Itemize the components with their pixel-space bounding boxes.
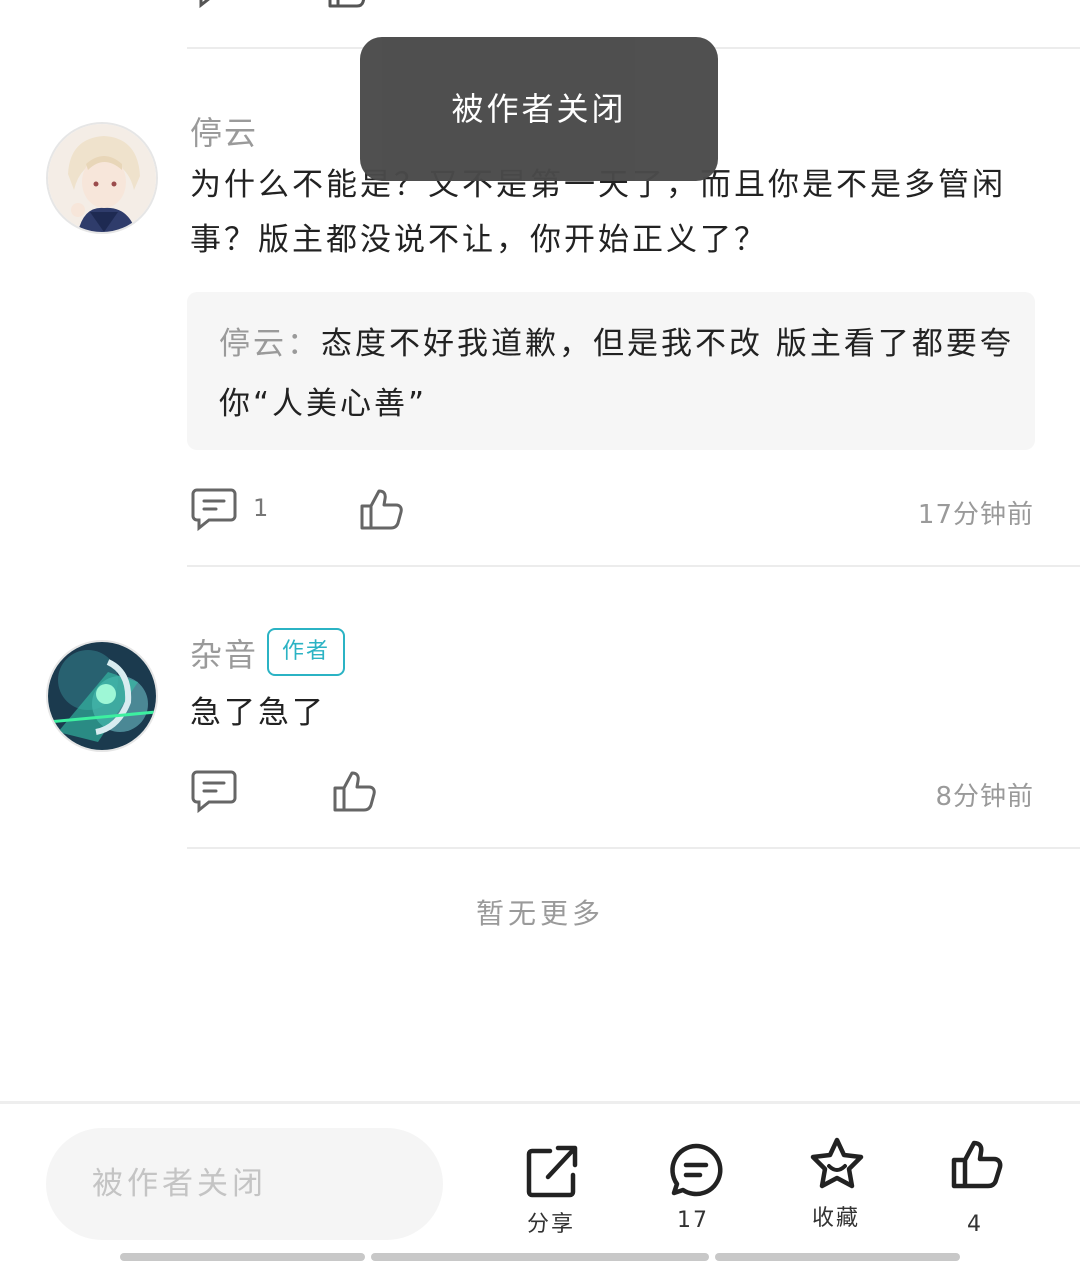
divider [187,847,1080,849]
timestamp: 17分钟前 [917,500,1034,530]
toast-message: 被作者关闭 [360,37,718,181]
comment-icon[interactable] [192,0,236,10]
username[interactable]: 杂音 [190,630,258,676]
timestamp: 8分钟前 [935,782,1034,812]
no-more-text: 暂无更多 [475,897,604,930]
username[interactable]: 停云 [190,108,258,154]
avatar[interactable] [46,640,158,752]
scroll-indicator [371,1253,709,1261]
reply-count: 1 [253,494,269,522]
share-icon[interactable] [524,1143,580,1203]
thumbs-up-icon[interactable] [358,486,404,536]
scroll-indicator [120,1253,365,1261]
thumbs-up-icon[interactable] [331,768,377,818]
quote-separator: ： [287,326,321,362]
comment-text: 急了急了 [190,695,326,731]
comment-input[interactable]: 被作者关闭 [46,1128,443,1240]
share-label[interactable]: 分享 [491,1206,611,1238]
quote-content: 态度不好我道歉，但是我不改 版主看了都要夸你“人美心善” [219,326,1014,422]
comment-icon[interactable] [190,768,238,818]
comment-count[interactable]: 17 [633,1208,753,1233]
author-badge: 作者 [267,628,345,676]
thumbs-up-icon[interactable] [950,1138,1004,1194]
favorite-label[interactable]: 收藏 [776,1200,896,1232]
star-icon[interactable] [808,1136,866,1196]
scroll-indicator [715,1253,960,1261]
bottom-bar-border [0,1101,1080,1104]
quote-author[interactable]: 停云 [219,326,287,362]
thumbs-up-icon[interactable] [326,0,370,10]
comment-icon[interactable] [668,1142,724,1202]
divider [187,565,1080,567]
comment-input-placeholder: 被作者关闭 [92,1166,267,1202]
comment-icon[interactable] [190,486,238,536]
avatar[interactable] [46,122,158,234]
quoted-reply[interactable]: 停云：态度不好我道歉，但是我不改 版主看了都要夸你“人美心善” [187,292,1035,450]
quote-text: 停云：态度不好我道歉，但是我不改 版主看了都要夸你“人美心善” [219,314,1019,434]
like-count[interactable]: 4 [915,1212,1035,1237]
